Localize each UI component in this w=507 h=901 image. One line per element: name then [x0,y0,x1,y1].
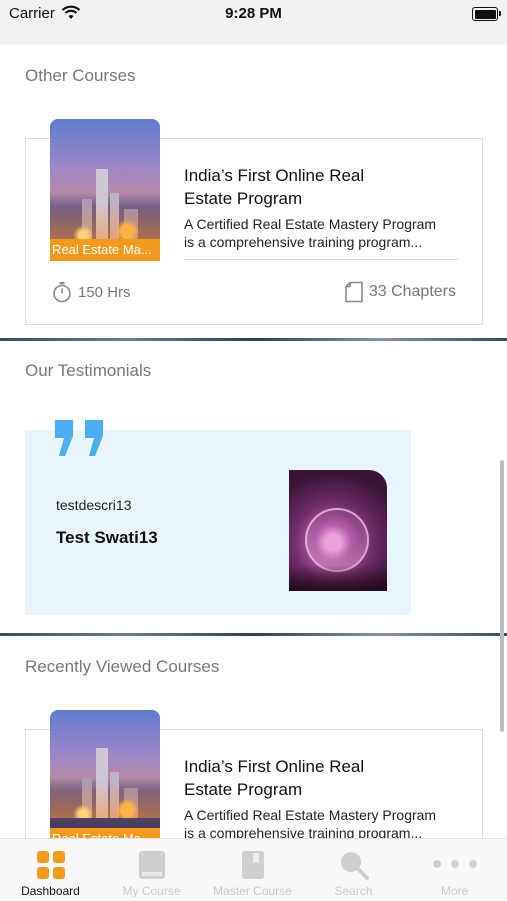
course-title: India’s First Online Real Estate Program [184,166,365,208]
grid-icon [36,851,65,879]
tab-label: Dashboard [21,884,80,898]
book-icon [138,851,165,879]
course-thumbnail-label: Real Estate Ma... [50,239,160,261]
search-icon [340,852,369,880]
quote-icon [55,420,103,456]
scrollbar[interactable] [500,460,504,732]
testimonials-heading: Our Testimonials [25,361,152,380]
other-course-card[interactable]: Real Estate Ma... India’s First Online R… [25,119,483,325]
testimonial-description: testdescri13 [56,497,132,513]
course-hours: 150 Hrs [52,281,131,303]
tab-label: Master Course [213,884,292,898]
testimonial-photo [289,470,387,591]
course-description: A Certified Real Estate Mastery Program … [184,215,459,260]
testimonial-card[interactable]: testdescri13 Test Swati13 [25,420,411,615]
course-title: India’s First Online Real Estate Program [184,757,365,799]
testimonial-author: Test Swati13 [56,528,158,547]
stopwatch-icon [53,282,71,303]
status-time: 9:28 PM [225,5,282,22]
tab-bar: Dashboard My Course Master Course Search… [0,838,507,901]
tab-dashboard[interactable]: Dashboard [0,839,101,901]
tab-master-course[interactable]: Master Course [202,839,303,901]
battery-icon [472,7,501,21]
tab-search[interactable]: Search [303,839,404,901]
recently-viewed-heading: Recently Viewed Courses [25,657,220,676]
section-divider [0,338,507,341]
recent-course-card[interactable]: Real Estate Ma... India’s First Online R… [25,710,483,841]
section-divider [0,633,507,636]
tab-label: My Course [122,884,181,898]
status-bar: Carrier 9:28 PM [0,0,507,44]
tab-label: More [440,884,469,898]
tab-label: Search [334,884,373,898]
course-chapters: 33 Chapters [344,281,456,303]
other-courses-heading: Other Courses [25,66,136,85]
tab-my-course[interactable]: My Course [101,839,202,901]
more-dots-icon [432,860,477,868]
document-icon [345,281,363,303]
course-thumbnail: Real Estate Ma... [50,710,160,840]
bookmark-book-icon [241,851,264,879]
course-thumbnail: Real Estate Ma... [50,119,160,261]
tab-more[interactable]: More [404,839,505,901]
